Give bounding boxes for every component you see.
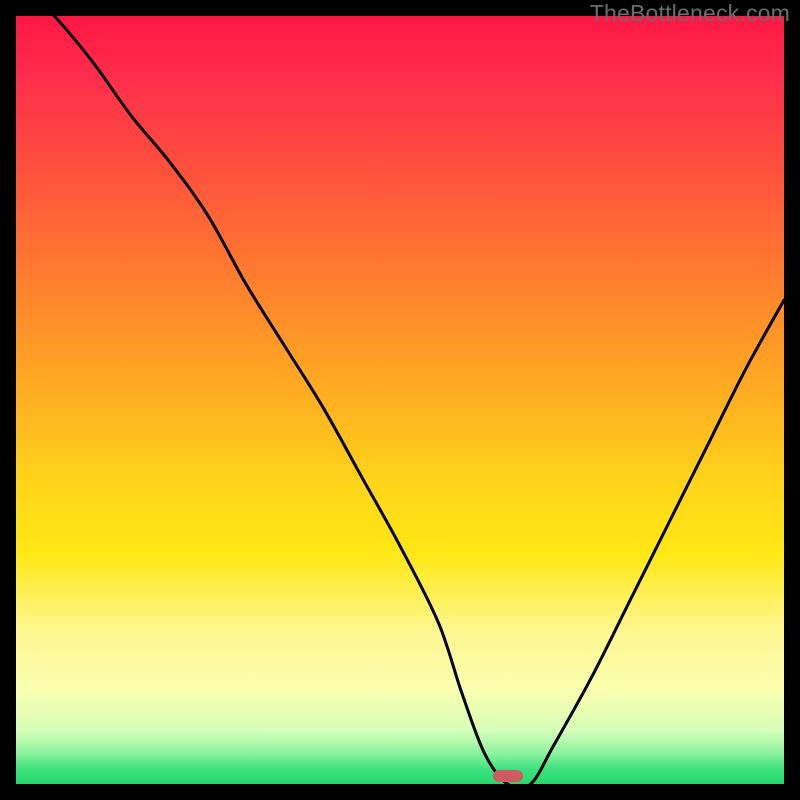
watermark-text: TheBottleneck.com xyxy=(590,0,790,27)
plot-area xyxy=(16,16,784,784)
chart-container: TheBottleneck.com xyxy=(0,0,800,800)
bottleneck-curve xyxy=(16,16,784,784)
optimum-marker xyxy=(493,770,523,782)
